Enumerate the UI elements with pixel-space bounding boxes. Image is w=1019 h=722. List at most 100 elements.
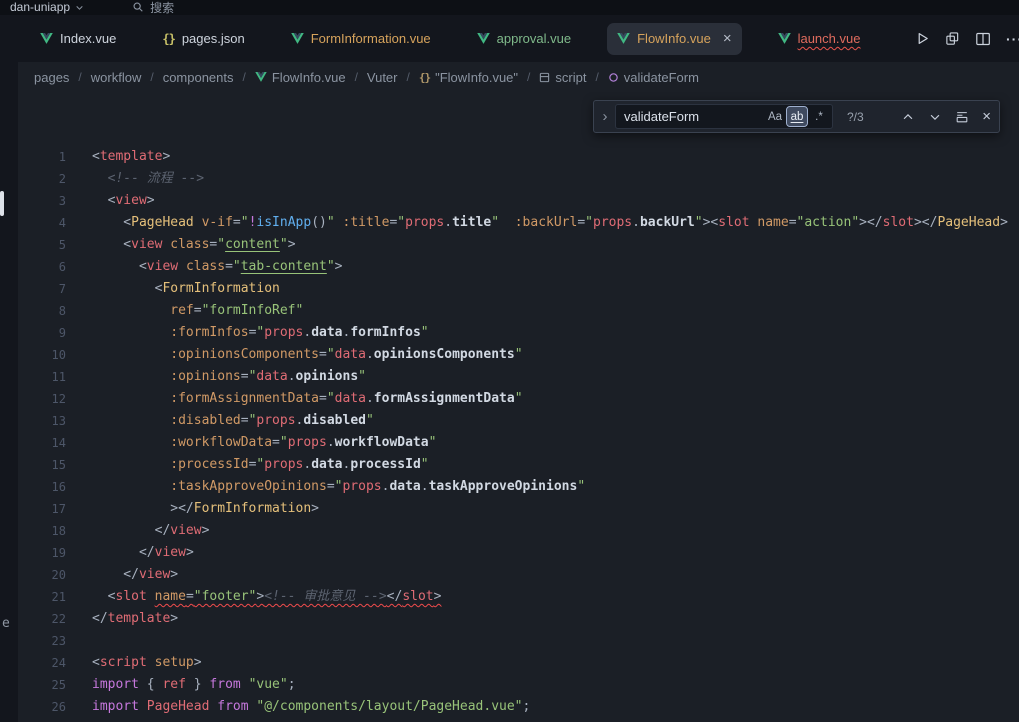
line-text[interactable]: </template> bbox=[66, 608, 178, 630]
line-text[interactable]: :disabled="props.disabled" bbox=[66, 410, 374, 432]
line-text[interactable]: :taskApproveOpinions="props.data.taskApp… bbox=[66, 476, 585, 498]
line-text[interactable]: </view> bbox=[66, 520, 209, 542]
breadcrumb-item-FlowInfo.vue[interactable]: {}"FlowInfo.vue" bbox=[419, 70, 518, 85]
line-text[interactable]: </view> bbox=[66, 542, 194, 564]
code-line: 26import PageHead from "@/components/lay… bbox=[18, 696, 1019, 718]
regex-toggle[interactable]: .* bbox=[809, 107, 829, 126]
line-text[interactable]: ref="formInfoRef" bbox=[66, 300, 303, 322]
line-text[interactable]: <script setup> bbox=[66, 652, 202, 674]
line-number: 13 bbox=[18, 410, 66, 432]
find-input[interactable] bbox=[624, 109, 763, 124]
line-text[interactable]: </view> bbox=[66, 564, 178, 586]
global-search[interactable]: 搜索 bbox=[132, 0, 174, 15]
json-braces-icon: {} bbox=[162, 32, 174, 46]
line-text[interactable]: :formAssignmentData="data.formAssignment… bbox=[66, 388, 523, 410]
tab-label: launch.vue bbox=[798, 31, 861, 46]
breadcrumb-item-validateForm[interactable]: validateForm bbox=[608, 70, 699, 85]
vue-icon bbox=[291, 33, 304, 44]
breadcrumb-item-script[interactable]: script bbox=[539, 70, 586, 85]
line-text[interactable]: :workflowData="props.workflowData" bbox=[66, 432, 436, 454]
breadcrumb-item-workflow[interactable]: workflow bbox=[91, 70, 142, 85]
line-number: 14 bbox=[18, 432, 66, 454]
line-number: 25 bbox=[18, 674, 66, 696]
line-text[interactable]: import PageHead from "@/components/layou… bbox=[66, 696, 530, 718]
line-text[interactable]: <view class="content"> bbox=[66, 234, 296, 256]
tab-label: pages.json bbox=[182, 31, 245, 46]
open-changes-icon[interactable] bbox=[945, 31, 960, 46]
line-number: 26 bbox=[18, 696, 66, 718]
line-number: 6 bbox=[18, 256, 66, 278]
workspace-name[interactable]: dan-uniapp bbox=[10, 0, 84, 14]
line-text[interactable]: import { ref } from "vue"; bbox=[66, 674, 296, 696]
tab-FormInformation.vue[interactable]: FormInformation.vue bbox=[281, 23, 441, 55]
line-number: 17 bbox=[18, 498, 66, 520]
tab-launch.vue[interactable]: launch.vue bbox=[768, 23, 871, 55]
line-number: 3 bbox=[18, 190, 66, 212]
editor-pane: › Aa ab .* ?/3 × 1<template>2 <!-- 流程 --… bbox=[18, 92, 1019, 722]
line-number: 1 bbox=[18, 146, 66, 168]
vue-icon bbox=[40, 33, 53, 44]
find-nav: × bbox=[901, 109, 991, 124]
line-text[interactable]: :formInfos="props.data.formInfos" bbox=[66, 322, 429, 344]
tab-Index.vue[interactable]: Index.vue bbox=[30, 23, 126, 55]
line-number: 10 bbox=[18, 344, 66, 366]
find-in-selection-icon[interactable] bbox=[955, 110, 969, 124]
code-line: 16 :taskApproveOpinions="props.data.task… bbox=[18, 476, 1019, 498]
close-find-icon[interactable]: × bbox=[982, 109, 991, 124]
line-text[interactable]: :processId="props.data.processId" bbox=[66, 454, 429, 476]
code-line: 20 </view> bbox=[18, 564, 1019, 586]
breadcrumb-item-Vuter[interactable]: Vuter bbox=[367, 70, 398, 85]
breadcrumb-label: script bbox=[555, 70, 586, 85]
more-actions-icon[interactable]: ··· bbox=[1006, 31, 1019, 47]
line-text[interactable]: <PageHead v-if="!isInApp()" :title="prop… bbox=[66, 212, 1008, 234]
tab-label: FormInformation.vue bbox=[311, 31, 431, 46]
line-text[interactable]: :opinions="data.opinions" bbox=[66, 366, 366, 388]
match-case-toggle[interactable]: Aa bbox=[765, 107, 785, 126]
line-number: 8 bbox=[18, 300, 66, 322]
tab-FlowInfo.vue[interactable]: FlowInfo.vue × bbox=[607, 23, 741, 55]
line-text[interactable]: <template> bbox=[66, 146, 170, 168]
breadcrumb-label: pages bbox=[34, 70, 69, 85]
line-text[interactable]: <slot name="footer"><!-- 审批意见 --></slot> bbox=[66, 586, 441, 608]
line-number: 4 bbox=[18, 212, 66, 234]
breadcrumb-separator: / bbox=[407, 70, 410, 84]
line-text[interactable] bbox=[66, 630, 92, 652]
line-text[interactable]: <view class="tab-content"> bbox=[66, 256, 342, 278]
line-number: 19 bbox=[18, 542, 66, 564]
line-text[interactable]: <view> bbox=[66, 190, 155, 212]
code-line: 9 :formInfos="props.data.formInfos" bbox=[18, 322, 1019, 344]
line-text[interactable]: <FormInformation bbox=[66, 278, 280, 300]
run-button[interactable] bbox=[915, 31, 930, 46]
breadcrumb-label: validateForm bbox=[624, 70, 699, 85]
split-editor-icon[interactable] bbox=[975, 31, 991, 47]
vue-icon bbox=[477, 33, 490, 44]
breadcrumb-item-components[interactable]: components bbox=[163, 70, 234, 85]
title-bar: dan-uniapp 搜索 bbox=[0, 0, 1019, 15]
whole-word-toggle[interactable]: ab bbox=[787, 107, 807, 126]
line-number: 24 bbox=[18, 652, 66, 674]
code-line: 4 <PageHead v-if="!isInApp()" :title="pr… bbox=[18, 212, 1019, 234]
code-line: 23 bbox=[18, 630, 1019, 652]
tab-label: FlowInfo.vue bbox=[637, 31, 711, 46]
code-line: 2 <!-- 流程 --> bbox=[18, 168, 1019, 190]
line-text[interactable]: <!-- 流程 --> bbox=[66, 168, 204, 190]
tab-approval.vue[interactable]: approval.vue bbox=[467, 23, 581, 55]
breadcrumb: pages/workflow/components/ FlowInfo.vue/… bbox=[18, 62, 1019, 92]
next-match-icon[interactable] bbox=[928, 110, 942, 124]
code-line: 18 </view> bbox=[18, 520, 1019, 542]
line-text[interactable]: :opinionsComponents="data.opinionsCompon… bbox=[66, 344, 523, 366]
object-symbol-icon: {} bbox=[419, 71, 430, 84]
breadcrumb-item-FlowInfo.vue[interactable]: FlowInfo.vue bbox=[255, 70, 346, 85]
search-label: 搜索 bbox=[150, 0, 174, 15]
line-text[interactable]: ></FormInformation> bbox=[66, 498, 319, 520]
breadcrumb-label: workflow bbox=[91, 70, 142, 85]
close-icon[interactable]: × bbox=[723, 31, 732, 46]
code-line: 25import { ref } from "vue"; bbox=[18, 674, 1019, 696]
toggle-replace-icon[interactable]: › bbox=[598, 108, 612, 125]
tab-pages.json[interactable]: {} pages.json bbox=[152, 23, 254, 55]
match-count: ?/3 bbox=[847, 110, 864, 124]
activity-bar-indicator bbox=[0, 191, 4, 216]
previous-match-icon[interactable] bbox=[901, 110, 915, 124]
tab-label: Index.vue bbox=[60, 31, 116, 46]
breadcrumb-item-pages[interactable]: pages bbox=[34, 70, 69, 85]
